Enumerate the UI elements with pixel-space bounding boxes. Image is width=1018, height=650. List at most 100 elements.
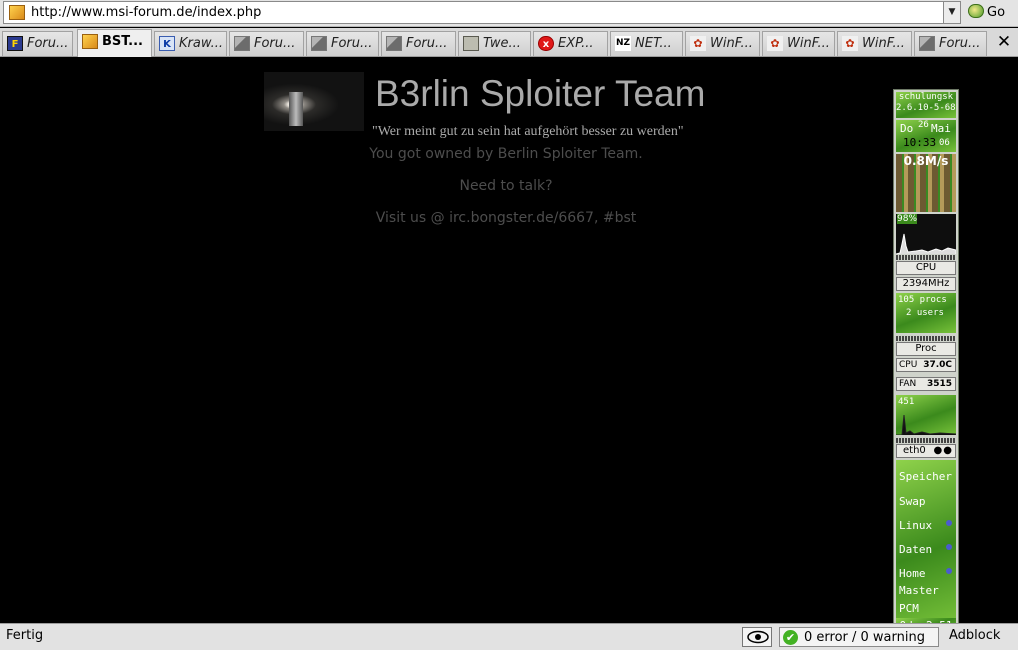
- visit-message: Visit us @ irc.bongster.de/6667, #bst: [375, 210, 637, 226]
- page-slogan: "Wer meint gut zu sein hat aufgehört bes…: [372, 124, 684, 139]
- url-history-dropdown[interactable]: ▼: [944, 1, 961, 24]
- url-text: http://www.msi-forum.de/index.php: [31, 5, 262, 20]
- clock-panel: Do 26 Mai 10:33 06: [896, 120, 956, 152]
- tab-kraw[interactable]: K Kraw...: [154, 31, 227, 56]
- tab-label: Twe...: [483, 36, 521, 51]
- clock-date: 26: [918, 120, 929, 130]
- winfuture-icon: ✿: [767, 36, 783, 51]
- fan-row: FAN 3515: [896, 377, 956, 391]
- tab-label: Foru...: [939, 36, 981, 51]
- fan-rpm: 3515: [926, 379, 952, 389]
- proc-krell: [896, 336, 956, 341]
- memory-fs-panel: Speicher Swap Linux Daten Home Master PC…: [896, 460, 956, 626]
- fs-home-led-icon[interactable]: [946, 568, 952, 574]
- eth0-label-row: eth0 ●●: [896, 444, 956, 458]
- cpu-frequency: 2394MHz: [896, 277, 956, 291]
- tab-forum-1[interactable]: F Foru...: [2, 31, 73, 56]
- tab-label: WinF...: [710, 36, 753, 51]
- site-banner: B3rlin Sploiter Team "Wer meint gut zu s…: [264, 72, 719, 139]
- winfuture-icon: ✿: [842, 36, 858, 51]
- tab-label: WinF...: [787, 36, 830, 51]
- html-validator-status[interactable]: ✔ 0 error / 0 warning: [779, 627, 939, 647]
- fs-daten-led-icon[interactable]: [946, 544, 952, 550]
- grey-forum-icon: [386, 36, 402, 51]
- tab-forum-5[interactable]: Foru...: [914, 31, 987, 56]
- close-tab-icon[interactable]: ✕: [994, 32, 1014, 52]
- eth0-chart: 451: [896, 395, 956, 435]
- tab-net[interactable]: NZ NET...: [610, 31, 683, 56]
- fs-linux-label: Linux: [899, 519, 933, 532]
- fan-label: FAN: [899, 379, 917, 389]
- tab-exp[interactable]: x EXP...: [533, 31, 608, 56]
- proc-chart: 105 procs 2 users: [896, 293, 956, 333]
- tab-label: EXP...: [558, 36, 594, 51]
- go-button[interactable]: Go: [966, 2, 1016, 23]
- tab-winf-2[interactable]: ✿ WinF...: [762, 31, 835, 56]
- eye-icon[interactable]: [742, 627, 772, 647]
- tab-label: BST...: [102, 34, 143, 49]
- tweak-icon: [463, 36, 479, 51]
- grey-forum-icon: [234, 36, 250, 51]
- adblock-label[interactable]: Adblock: [949, 628, 1000, 643]
- bst-icon: [82, 34, 98, 49]
- tab-forum-3[interactable]: Foru...: [306, 31, 379, 56]
- eth0-value: 451: [898, 397, 915, 407]
- grey-forum-icon: [311, 36, 327, 51]
- k-icon: K: [159, 36, 175, 51]
- mixer-master-label: Master: [899, 584, 939, 597]
- cpu-label: CPU: [896, 261, 956, 275]
- clock-month: Mai: [931, 122, 951, 135]
- tab-label: NET...: [635, 36, 672, 51]
- tab-forum-4[interactable]: Foru...: [381, 31, 456, 56]
- page-title: B3rlin Sploiter Team: [375, 73, 706, 114]
- tab-label: WinF...: [862, 36, 905, 51]
- owned-message: You got owned by Berlin Sploiter Team.: [369, 146, 643, 162]
- tab-tweak[interactable]: Twe...: [458, 31, 531, 56]
- cpu-temp-row: CPU 37.0C: [896, 358, 956, 372]
- net-rate-chart: 0.8M/s: [896, 154, 956, 212]
- status-text: Fertig: [6, 628, 44, 643]
- tab-label: Foru...: [331, 36, 373, 51]
- status-bar: Fertig ✔ 0 error / 0 warning Adblock: [0, 623, 1018, 650]
- clock-seconds: 06: [939, 138, 950, 148]
- cpu-krell: [896, 255, 956, 260]
- nz-icon: NZ: [615, 36, 631, 51]
- cpu-temp: 37.0C: [923, 360, 952, 370]
- user-count: 2 users: [906, 308, 944, 318]
- eye-glyph: [747, 630, 769, 644]
- fs-home-label: Home: [899, 567, 926, 580]
- clock-time: 10:33: [903, 136, 937, 149]
- eth0-led-icon: ●●: [933, 445, 953, 456]
- url-input[interactable]: http://www.msi-forum.de/index.php: [3, 1, 944, 24]
- kernel-version: 2.6.10-5-686: [896, 103, 956, 113]
- validator-text: 0 error / 0 warning: [804, 630, 925, 645]
- eth0-label: eth0: [903, 445, 926, 456]
- tab-winf-1[interactable]: ✿ WinF...: [685, 31, 760, 56]
- cpu-percent: 98%: [897, 214, 918, 224]
- check-icon: ✔: [783, 630, 798, 645]
- host-panel: schulungsk 2.6.10-5-686: [896, 92, 956, 118]
- swap-label: Swap: [899, 495, 926, 508]
- system-monitor: schulungsk 2.6.10-5-686 Do 26 Mai 10:33 …: [893, 89, 959, 635]
- memory-label: Speicher: [899, 470, 952, 483]
- eth0-krell: [896, 438, 956, 443]
- winfuture-icon: ✿: [690, 36, 706, 51]
- talk-message: Need to talk?: [459, 178, 553, 194]
- proc-label: Proc: [896, 342, 956, 356]
- tv-tower-photo: [264, 72, 364, 131]
- browser-window: http://www.msi-forum.de/index.php ▼ Go F…: [0, 0, 1018, 650]
- proc-count: 105 procs: [898, 295, 947, 305]
- grey-forum-icon: [919, 36, 935, 51]
- address-bar: http://www.msi-forum.de/index.php ▼ Go: [0, 0, 1018, 27]
- go-arrow-icon: [968, 4, 984, 18]
- fs-daten-label: Daten: [899, 543, 933, 556]
- go-label: Go: [987, 5, 1006, 20]
- tab-winf-3[interactable]: ✿ WinF...: [837, 31, 912, 56]
- fs-linux-led-icon[interactable]: [946, 520, 952, 526]
- tab-bst[interactable]: BST...: [77, 29, 152, 57]
- tower-shape: [289, 92, 303, 126]
- clock-day: Do: [900, 122, 914, 135]
- tab-label: Foru...: [254, 36, 296, 51]
- mixer-pcm-label: PCM: [899, 602, 919, 615]
- tab-forum-2[interactable]: Foru...: [229, 31, 304, 56]
